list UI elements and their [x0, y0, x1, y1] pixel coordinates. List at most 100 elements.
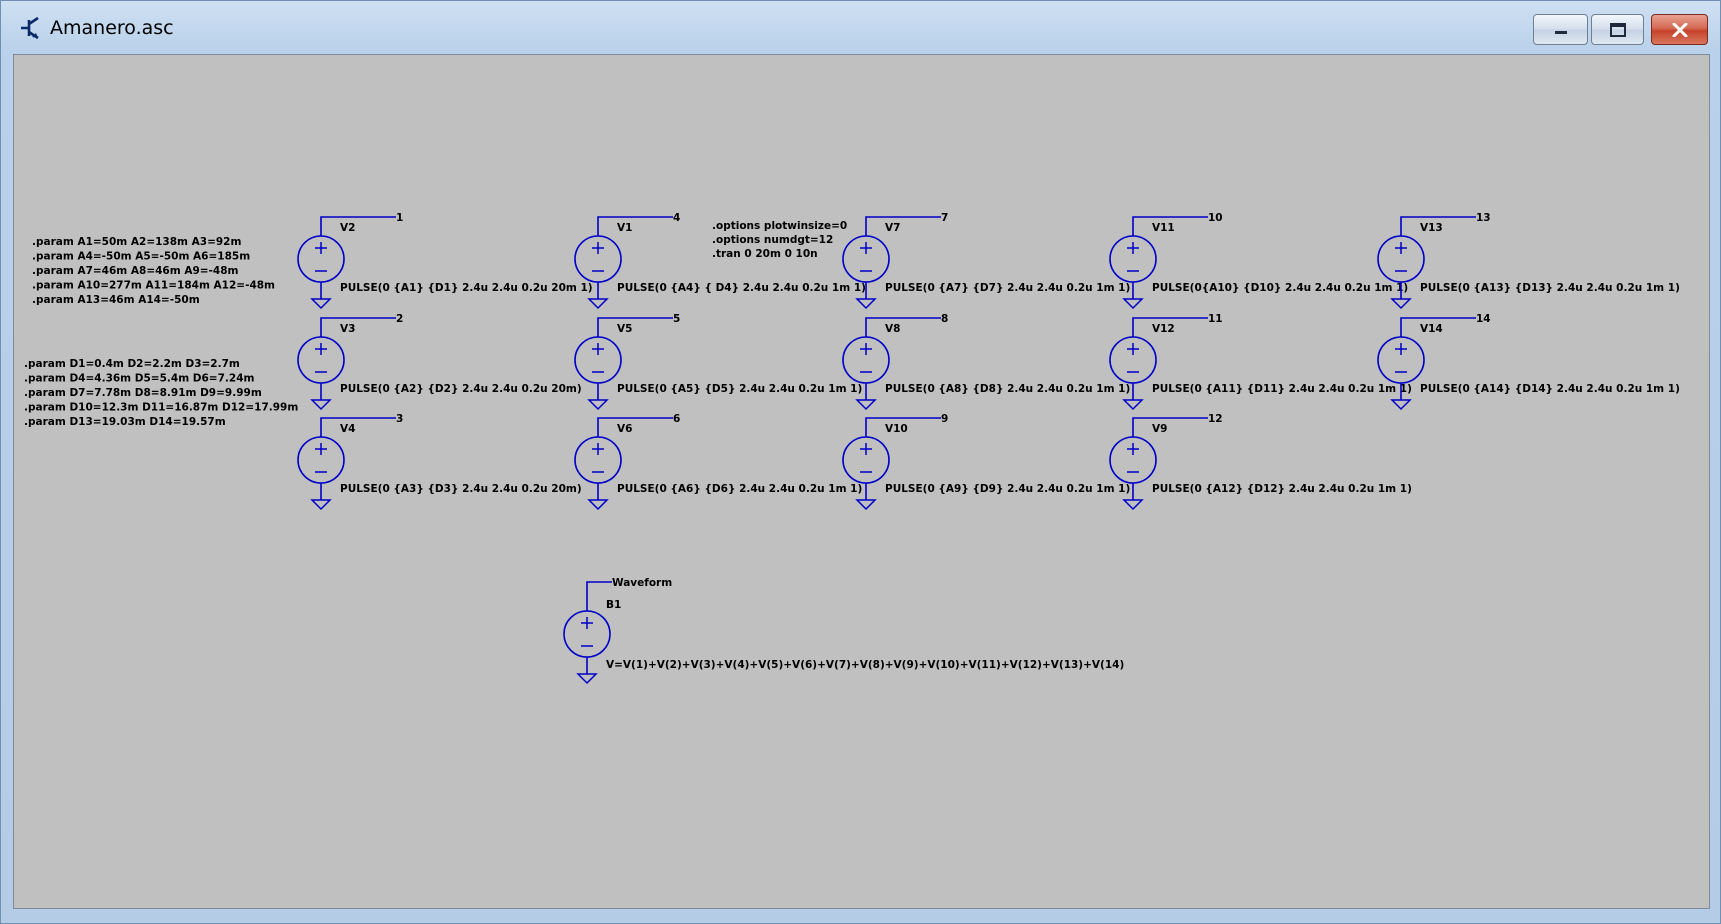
- ltspice-icon: [21, 16, 39, 40]
- spice-param-directive: .param A7=46m A8=46m A9=-48m: [32, 265, 239, 277]
- spice-param-directive: .param A13=46m A14=-50m: [32, 294, 200, 306]
- component-value: PULSE(0 {A6} {D6} 2.4u 2.4u 0.2u 1m 1): [617, 483, 862, 495]
- net-label: Waveform: [612, 577, 672, 589]
- plus-icon: [1395, 242, 1407, 254]
- ground-icon: [855, 298, 877, 310]
- wire: [320, 317, 396, 337]
- voltage-source-v14[interactable]: 14 V14 PULSE(0 {A14} {D14} 2.4u 2.4u 0.2u …: [1377, 313, 1680, 411]
- component-value: PULSE(0{A10} {D10} 2.4u 2.4u 0.2u 1m 1): [1152, 282, 1408, 294]
- wire: [320, 417, 396, 437]
- net-label: 1: [396, 212, 403, 224]
- wire: [865, 216, 941, 236]
- ltspice-window: Amanero.asc .param A1=50m A2=138m A3=92m…: [0, 0, 1721, 924]
- spice-param-directive: .param D4=4.36m D5=5.4m D6=7.24m: [24, 373, 255, 385]
- component-value: PULSE(0 {A14} {D14} 2.4u 2.4u 0.2u 1m 1): [1420, 383, 1680, 395]
- component-value: V=V(1)+V(2)+V(3)+V(4)+V(5)+V(6)+V(7)+V(8…: [606, 659, 1124, 671]
- voltage-source-v8[interactable]: 8 V8 PULSE(0 {A8} {D8} 2.4u 2.4u 0.2u 1m 1…: [842, 313, 1130, 411]
- net-label: 14: [1476, 313, 1491, 325]
- title-bar[interactable]: Amanero.asc: [1, 1, 1720, 53]
- maximize-button[interactable]: [1591, 14, 1644, 45]
- spice-option-directive: .tran 0 20m 0 10n: [712, 248, 818, 260]
- component-value: PULSE(0 {A1} {D1} 2.4u 2.4u 0.2u 20m 1): [340, 282, 593, 294]
- ground-icon: [576, 673, 598, 685]
- close-button[interactable]: [1651, 14, 1708, 45]
- component-name: V10: [885, 423, 908, 435]
- ground-icon: [587, 499, 609, 511]
- schematic: .param A1=50m A2=138m A3=92m .param A4=-5…: [24, 212, 1680, 685]
- voltage-source-v12[interactable]: 11 V12 PULSE(0 {A11} {D11} 2.4u 2.4u 0.2u …: [1109, 313, 1412, 411]
- voltage-source-v2[interactable]: 1 V2 PULSE(0 {A1} {D1} 2.4u 2.4u 0.2u 20m …: [297, 212, 593, 310]
- behavioral-source-b1[interactable]: Waveform B1 V=V(1)+V(2)+V(3)+V(4)+V(5)+V(6…: [563, 577, 1124, 685]
- component-value: PULSE(0 {A11} {D11} 2.4u 2.4u 0.2u 1m 1): [1152, 383, 1412, 395]
- ground-icon: [1122, 399, 1144, 411]
- ground-icon: [587, 399, 609, 411]
- plus-icon: [592, 242, 604, 254]
- component-name: V12: [1152, 323, 1175, 335]
- component-name: V7: [885, 222, 900, 234]
- spice-param-directive: .param D13=19.03m D14=19.57m: [24, 416, 226, 428]
- component-name: V3: [340, 323, 355, 335]
- component-name: V5: [617, 323, 632, 335]
- plus-icon: [1127, 242, 1139, 254]
- component-name: V4: [340, 423, 355, 435]
- spice-option-directive: .options numdgt=12: [712, 234, 833, 246]
- wire: [320, 216, 396, 236]
- spice-param-directive: .param A10=277m A11=184m A12=-48m: [32, 280, 275, 292]
- voltage-source-v3[interactable]: 2 V3 PULSE(0 {A2} {D2} 2.4u 2.4u 0.2u 20m): [297, 313, 582, 411]
- plus-icon: [315, 242, 327, 254]
- voltage-source-v5[interactable]: 5 V5 PULSE(0 {A5} {D5} 2.4u 2.4u 0.2u 1m 1…: [574, 313, 862, 411]
- ground-icon: [855, 499, 877, 511]
- minimize-button[interactable]: [1533, 14, 1588, 45]
- voltage-source-v7[interactable]: 7 V7 PULSE(0 {A7} {D7} 2.4u 2.4u 0.2u 1m 1…: [842, 212, 1130, 310]
- plus-icon: [860, 443, 872, 455]
- voltage-source-v6[interactable]: 6 V6 PULSE(0 {A6} {D6} 2.4u 2.4u 0.2u 1m 1…: [574, 413, 862, 511]
- plus-icon: [860, 343, 872, 355]
- component-value: PULSE(0 {A12} {D12} 2.4u 2.4u 0.2u 1m 1): [1152, 483, 1412, 495]
- component-value: PULSE(0 {A2} {D2} 2.4u 2.4u 0.2u 20m): [340, 383, 582, 395]
- net-label: 10: [1208, 212, 1223, 224]
- component-name: V2: [340, 222, 355, 234]
- net-label: 11: [1208, 313, 1223, 325]
- ground-icon: [310, 298, 332, 310]
- schematic-canvas[interactable]: .param A1=50m A2=138m A3=92m .param A4=-5…: [13, 54, 1710, 909]
- component-name: V11: [1152, 222, 1175, 234]
- ground-icon: [1122, 298, 1144, 310]
- ground-icon: [855, 399, 877, 411]
- net-label: 5: [673, 313, 680, 325]
- voltage-source-v13[interactable]: 13 V13 PULSE(0 {A13} {D13} 2.4u 2.4u 0.2u …: [1377, 212, 1680, 310]
- net-label: 9: [941, 413, 948, 425]
- voltage-source-v10[interactable]: 9 V10 PULSE(0 {A9} {D9} 2.4u 2.4u 0.2u 1m …: [842, 413, 1130, 511]
- component-name: V14: [1420, 323, 1443, 335]
- spice-param-directive: .param A4=-50m A5=-50m A6=185m: [32, 251, 250, 263]
- ground-icon: [1122, 499, 1144, 511]
- wire: [1132, 417, 1208, 437]
- wire: [597, 417, 673, 437]
- net-label: 4: [673, 212, 680, 224]
- plus-icon: [1127, 443, 1139, 455]
- component-value: PULSE(0 {A5} {D5} 2.4u 2.4u 0.2u 1m 1): [617, 383, 862, 395]
- ground-icon: [587, 298, 609, 310]
- spice-param-directive: .param A1=50m A2=138m A3=92m: [32, 236, 241, 248]
- plus-icon: [592, 443, 604, 455]
- wire: [597, 216, 673, 236]
- ground-icon: [310, 399, 332, 411]
- spice-option-directive: .options plotwinsize=0: [712, 220, 847, 232]
- component-value: PULSE(0 {A8} {D8} 2.4u 2.4u 0.2u 1m 1): [885, 383, 1130, 395]
- net-label: 12: [1208, 413, 1223, 425]
- spice-param-directive: .param D7=7.78m D8=8.91m D9=9.99m: [24, 387, 262, 399]
- component-name: V9: [1152, 423, 1167, 435]
- voltage-source-v11[interactable]: 10 V11 PULSE(0{A10} {D10} 2.4u 2.4u 0.2u 1…: [1109, 212, 1408, 310]
- voltage-source-v4[interactable]: 3 V4 PULSE(0 {A3} {D3} 2.4u 2.4u 0.2u 20m): [297, 413, 582, 511]
- spice-param-directive: .param D1=0.4m D2=2.2m D3=2.7m: [24, 358, 240, 370]
- component-name: B1: [606, 599, 621, 611]
- close-icon: [1672, 22, 1687, 37]
- plus-icon: [1395, 343, 1407, 355]
- voltage-source-v9[interactable]: 12 V9 PULSE(0 {A12} {D12} 2.4u 2.4u 0.2u 1…: [1109, 413, 1412, 511]
- window-title: Amanero.asc: [50, 17, 174, 39]
- net-label: 2: [396, 313, 403, 325]
- plus-icon: [860, 242, 872, 254]
- wire: [597, 317, 673, 337]
- net-label: 13: [1476, 212, 1491, 224]
- plus-icon: [1127, 343, 1139, 355]
- ground-icon: [310, 499, 332, 511]
